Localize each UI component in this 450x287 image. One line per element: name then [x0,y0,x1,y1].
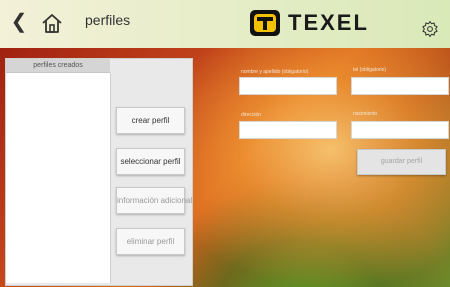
texel-logo-badge [250,10,280,36]
additional-info-button[interactable]: información adicional [116,187,192,214]
profiles-list-header: perfiles creados [6,59,110,73]
settings-button[interactable] [421,20,439,38]
home-icon [42,14,62,33]
top-bar: ❮ perfiles TEXEL [0,0,450,48]
name-field[interactable] [239,77,337,95]
back-button[interactable]: ❮ [9,10,29,34]
gear-icon [422,20,438,38]
profiles-list[interactable] [6,73,111,283]
phone-field[interactable] [351,77,449,95]
chevron-left-icon: ❮ [10,11,28,33]
logo-text: TEXEL [288,10,369,35]
address-field[interactable] [239,121,337,139]
delete-profile-button[interactable]: eliminar perfil [116,228,185,255]
birth-field[interactable] [351,121,449,139]
profiles-panel: perfiles creados crear perfil selecciona… [5,58,193,286]
page-title: perfiles [85,12,131,28]
birth-label: nacimiento [353,111,378,117]
texel-logo: TEXEL [250,9,369,37]
phone-label: tel (obligatorio) [353,67,387,73]
save-profile-button[interactable]: guardar perfil [357,149,446,175]
create-profile-button[interactable]: crear perfil [116,107,185,134]
select-profile-button[interactable]: seleccionar perfil [116,148,185,175]
address-label: dirección [241,112,262,118]
home-button[interactable] [40,12,64,34]
name-label: nombre y apellido (obligatorio) [241,69,309,75]
